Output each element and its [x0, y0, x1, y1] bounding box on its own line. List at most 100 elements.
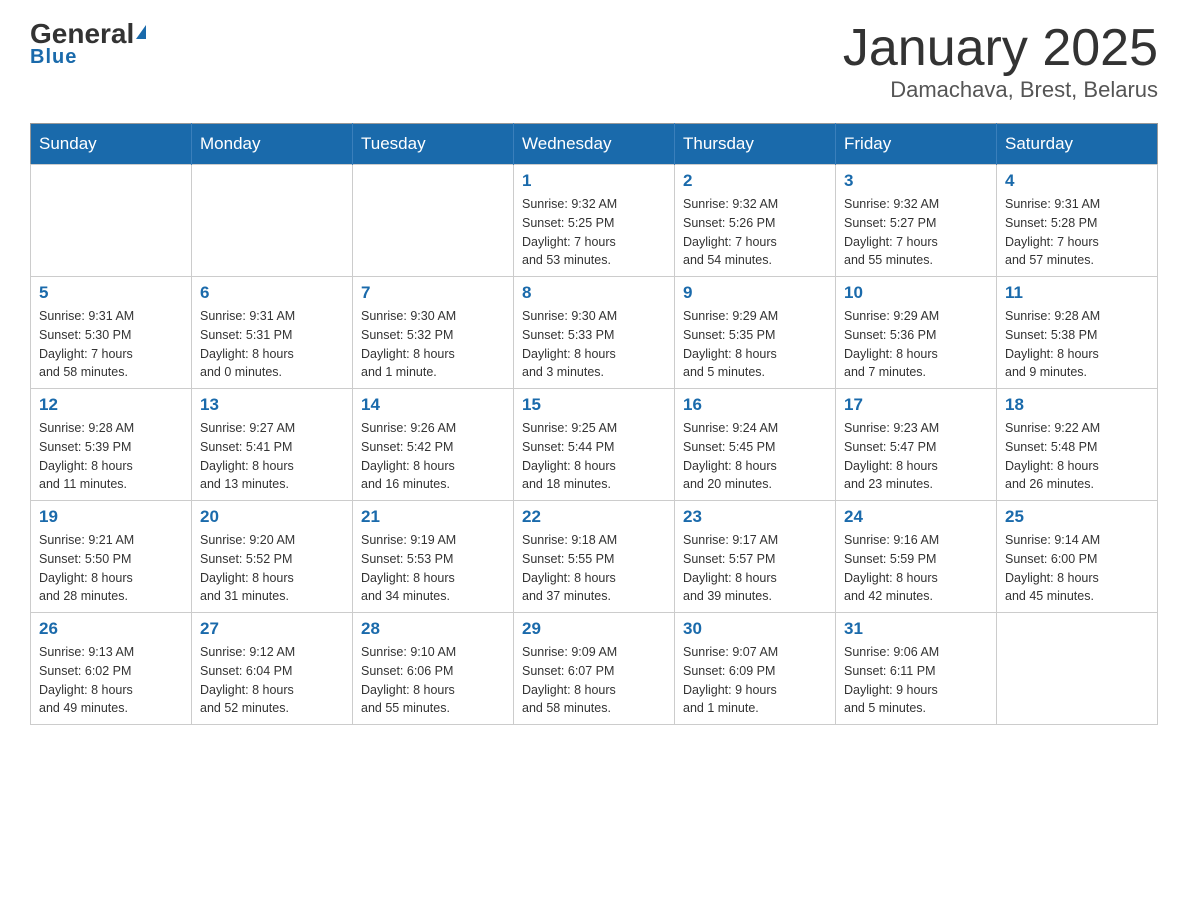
col-saturday: Saturday: [997, 124, 1158, 165]
logo-general: General: [30, 20, 146, 48]
table-row: 29 Sunrise: 9:09 AMSunset: 6:07 PMDayligh…: [514, 613, 675, 725]
day-number: 7: [361, 283, 505, 303]
day-info: Sunrise: 9:16 AMSunset: 5:59 PMDaylight:…: [844, 531, 988, 606]
table-row: 26 Sunrise: 9:13 AMSunset: 6:02 PMDayligh…: [31, 613, 192, 725]
day-number: 15: [522, 395, 666, 415]
day-info: Sunrise: 9:29 AMSunset: 5:36 PMDaylight:…: [844, 307, 988, 382]
col-monday: Monday: [192, 124, 353, 165]
table-row: [997, 613, 1158, 725]
day-number: 20: [200, 507, 344, 527]
day-info: Sunrise: 9:21 AMSunset: 5:50 PMDaylight:…: [39, 531, 183, 606]
day-number: 21: [361, 507, 505, 527]
day-info: Sunrise: 9:14 AMSunset: 6:00 PMDaylight:…: [1005, 531, 1149, 606]
table-row: 21 Sunrise: 9:19 AMSunset: 5:53 PMDayligh…: [353, 501, 514, 613]
calendar-week-row: 5 Sunrise: 9:31 AMSunset: 5:30 PMDaylight…: [31, 277, 1158, 389]
day-number: 26: [39, 619, 183, 639]
day-info: Sunrise: 9:32 AMSunset: 5:27 PMDaylight:…: [844, 195, 988, 270]
table-row: 22 Sunrise: 9:18 AMSunset: 5:55 PMDayligh…: [514, 501, 675, 613]
day-info: Sunrise: 9:31 AMSunset: 5:31 PMDaylight:…: [200, 307, 344, 382]
day-info: Sunrise: 9:23 AMSunset: 5:47 PMDaylight:…: [844, 419, 988, 494]
page-header: General Blue January 2025 Damachava, Bre…: [30, 20, 1158, 103]
day-info: Sunrise: 9:17 AMSunset: 5:57 PMDaylight:…: [683, 531, 827, 606]
table-row: 3Sunrise: 9:32 AMSunset: 5:27 PMDaylight…: [836, 165, 997, 277]
calendar-week-row: 12 Sunrise: 9:28 AMSunset: 5:39 PMDayligh…: [31, 389, 1158, 501]
day-number: 14: [361, 395, 505, 415]
table-row: [31, 165, 192, 277]
day-info: Sunrise: 9:12 AMSunset: 6:04 PMDaylight:…: [200, 643, 344, 718]
table-row: 2 Sunrise: 9:32 AMSunset: 5:26 PMDaylight…: [675, 165, 836, 277]
table-row: 31Sunrise: 9:06 AMSunset: 6:11 PMDayligh…: [836, 613, 997, 725]
day-number: 25: [1005, 507, 1149, 527]
day-info: Sunrise: 9:28 AMSunset: 5:39 PMDaylight:…: [39, 419, 183, 494]
calendar-header-row: Sunday Monday Tuesday Wednesday Thursday…: [31, 124, 1158, 165]
col-wednesday: Wednesday: [514, 124, 675, 165]
day-info: Sunrise: 9:13 AMSunset: 6:02 PMDaylight:…: [39, 643, 183, 718]
day-number: 11: [1005, 283, 1149, 303]
col-sunday: Sunday: [31, 124, 192, 165]
day-number: 2: [683, 171, 827, 191]
day-number: 5: [39, 283, 183, 303]
logo: General Blue: [30, 20, 146, 69]
day-info: Sunrise: 9:25 AMSunset: 5:44 PMDaylight:…: [522, 419, 666, 494]
day-number: 24: [844, 507, 988, 527]
logo-blue: Blue: [30, 46, 77, 69]
col-tuesday: Tuesday: [353, 124, 514, 165]
day-number: 12: [39, 395, 183, 415]
day-number: 1: [522, 171, 666, 191]
day-number: 27: [200, 619, 344, 639]
table-row: 20 Sunrise: 9:20 AMSunset: 5:52 PMDayligh…: [192, 501, 353, 613]
day-number: 10: [844, 283, 988, 303]
table-row: 13 Sunrise: 9:27 AMSunset: 5:41 PMDayligh…: [192, 389, 353, 501]
table-row: 23 Sunrise: 9:17 AMSunset: 5:57 PMDayligh…: [675, 501, 836, 613]
table-row: 5 Sunrise: 9:31 AMSunset: 5:30 PMDaylight…: [31, 277, 192, 389]
day-info: Sunrise: 9:27 AMSunset: 5:41 PMDaylight:…: [200, 419, 344, 494]
table-row: 8Sunrise: 9:30 AMSunset: 5:33 PMDaylight…: [514, 277, 675, 389]
month-title: January 2025: [843, 20, 1158, 77]
title-block: January 2025 Damachava, Brest, Belarus: [843, 20, 1158, 103]
table-row: 28Sunrise: 9:10 AMSunset: 6:06 PMDayligh…: [353, 613, 514, 725]
day-number: 9: [683, 283, 827, 303]
table-row: [353, 165, 514, 277]
day-number: 6: [200, 283, 344, 303]
calendar-table: Sunday Monday Tuesday Wednesday Thursday…: [30, 123, 1158, 725]
day-number: 29: [522, 619, 666, 639]
day-number: 8: [522, 283, 666, 303]
day-info: Sunrise: 9:22 AMSunset: 5:48 PMDaylight:…: [1005, 419, 1149, 494]
day-number: 30: [683, 619, 827, 639]
day-info: Sunrise: 9:32 AMSunset: 5:26 PMDaylight:…: [683, 195, 827, 270]
table-row: 16 Sunrise: 9:24 AMSunset: 5:45 PMDayligh…: [675, 389, 836, 501]
day-info: Sunrise: 9:09 AMSunset: 6:07 PMDaylight:…: [522, 643, 666, 718]
day-number: 23: [683, 507, 827, 527]
table-row: 1Sunrise: 9:32 AMSunset: 5:25 PMDaylight…: [514, 165, 675, 277]
table-row: 19Sunrise: 9:21 AMSunset: 5:50 PMDayligh…: [31, 501, 192, 613]
table-row: 6 Sunrise: 9:31 AMSunset: 5:31 PMDaylight…: [192, 277, 353, 389]
location: Damachava, Brest, Belarus: [843, 77, 1158, 103]
day-info: Sunrise: 9:18 AMSunset: 5:55 PMDaylight:…: [522, 531, 666, 606]
day-info: Sunrise: 9:31 AMSunset: 5:28 PMDaylight:…: [1005, 195, 1149, 270]
table-row: 18 Sunrise: 9:22 AMSunset: 5:48 PMDayligh…: [997, 389, 1158, 501]
day-info: Sunrise: 9:30 AMSunset: 5:32 PMDaylight:…: [361, 307, 505, 382]
table-row: 15 Sunrise: 9:25 AMSunset: 5:44 PMDayligh…: [514, 389, 675, 501]
day-number: 22: [522, 507, 666, 527]
table-row: [192, 165, 353, 277]
day-number: 13: [200, 395, 344, 415]
day-info: Sunrise: 9:20 AMSunset: 5:52 PMDaylight:…: [200, 531, 344, 606]
day-info: Sunrise: 9:19 AMSunset: 5:53 PMDaylight:…: [361, 531, 505, 606]
day-info: Sunrise: 9:28 AMSunset: 5:38 PMDaylight:…: [1005, 307, 1149, 382]
day-info: Sunrise: 9:24 AMSunset: 5:45 PMDaylight:…: [683, 419, 827, 494]
calendar-week-row: 19Sunrise: 9:21 AMSunset: 5:50 PMDayligh…: [31, 501, 1158, 613]
table-row: 9Sunrise: 9:29 AMSunset: 5:35 PMDaylight…: [675, 277, 836, 389]
logo-triangle-icon: [136, 25, 146, 39]
day-info: Sunrise: 9:26 AMSunset: 5:42 PMDaylight:…: [361, 419, 505, 494]
col-friday: Friday: [836, 124, 997, 165]
day-number: 16: [683, 395, 827, 415]
table-row: 7 Sunrise: 9:30 AMSunset: 5:32 PMDaylight…: [353, 277, 514, 389]
day-number: 17: [844, 395, 988, 415]
day-info: Sunrise: 9:07 AMSunset: 6:09 PMDaylight:…: [683, 643, 827, 718]
table-row: 24 Sunrise: 9:16 AMSunset: 5:59 PMDayligh…: [836, 501, 997, 613]
day-number: 18: [1005, 395, 1149, 415]
day-info: Sunrise: 9:31 AMSunset: 5:30 PMDaylight:…: [39, 307, 183, 382]
day-info: Sunrise: 9:10 AMSunset: 6:06 PMDaylight:…: [361, 643, 505, 718]
table-row: 17 Sunrise: 9:23 AMSunset: 5:47 PMDayligh…: [836, 389, 997, 501]
calendar-week-row: 26 Sunrise: 9:13 AMSunset: 6:02 PMDayligh…: [31, 613, 1158, 725]
